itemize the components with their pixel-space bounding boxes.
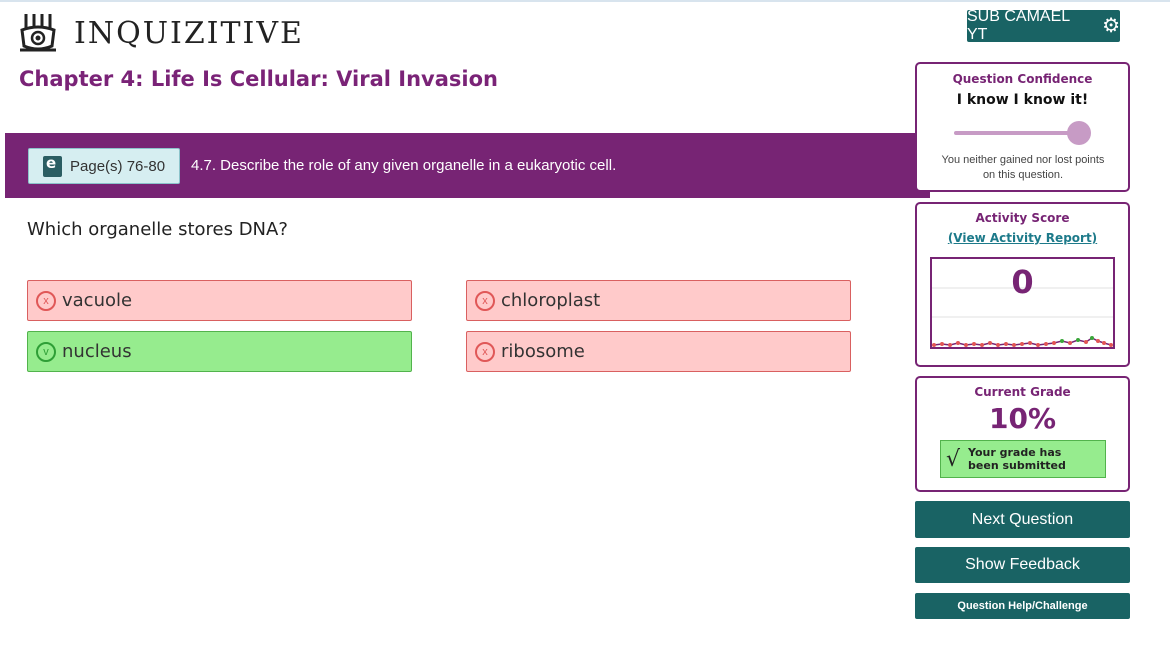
incorrect-icon: x bbox=[475, 341, 495, 362]
inquizitive-mascot-icon bbox=[20, 14, 56, 52]
correct-icon: v bbox=[36, 341, 56, 362]
pages-label: Page(s) 76-80 bbox=[70, 157, 166, 175]
grade-submitted-text: Your grade has been submitted bbox=[968, 446, 1066, 472]
user-menu-button[interactable]: SUB CAMAEL YT ⚙ bbox=[967, 8, 1120, 43]
confidence-level: I know I know it! bbox=[956, 92, 1089, 108]
logo[interactable]: INQUIZITIVE bbox=[16, 12, 304, 54]
confidence-title: Question Confidence bbox=[952, 72, 1093, 86]
incorrect-icon: x bbox=[36, 290, 56, 311]
question-help-button[interactable]: Question Help/Challenge bbox=[915, 593, 1130, 619]
grade-submitted-badge: √ Your grade has been submitted bbox=[940, 440, 1106, 478]
question-text: Which organelle stores DNA? bbox=[27, 219, 288, 240]
answer-label: nucleus bbox=[62, 341, 132, 362]
activity-score: 0 bbox=[1011, 263, 1034, 301]
app-name: INQUIZITIVE bbox=[74, 15, 304, 51]
answer-option-vacuole[interactable]: x vacuole bbox=[27, 280, 412, 321]
learning-objective: 4.7. Describe the role of any given orga… bbox=[191, 157, 617, 174]
activity-title: Activity Score bbox=[975, 211, 1070, 225]
confidence-slider[interactable] bbox=[954, 121, 1092, 145]
objective-banner: Page(s) 76-80 4.7. Describe the role of … bbox=[5, 133, 930, 198]
activity-panel: Activity Score (View Activity Report) 0 bbox=[915, 202, 1130, 367]
confidence-note: You neither gained nor lost points on th… bbox=[941, 154, 1105, 181]
chapter-title: Chapter 4: Life Is Cellular: Viral Invas… bbox=[19, 67, 498, 91]
answer-option-nucleus[interactable]: v nucleus bbox=[27, 331, 412, 372]
grade-value: 10% bbox=[988, 402, 1057, 435]
confidence-panel: Question Confidence I know I know it! Yo… bbox=[915, 62, 1130, 192]
answer-label: vacuole bbox=[62, 290, 133, 311]
show-feedback-button[interactable]: Show Feedback bbox=[915, 547, 1130, 583]
view-activity-report-link[interactable]: (View Activity Report) bbox=[917, 231, 1128, 245]
gear-icon: ⚙ bbox=[1102, 15, 1120, 37]
user-name-label: SUB CAMAEL YT bbox=[967, 8, 1070, 43]
ebook-icon bbox=[43, 154, 62, 177]
slider-thumb[interactable] bbox=[1067, 121, 1091, 145]
pages-button[interactable]: Page(s) 76-80 bbox=[28, 148, 180, 184]
next-question-button[interactable]: Next Question bbox=[915, 501, 1130, 538]
answer-option-chloroplast[interactable]: x chloroplast bbox=[466, 280, 851, 321]
incorrect-icon: x bbox=[475, 290, 495, 311]
activity-graph: 0 bbox=[930, 257, 1115, 349]
answer-option-ribosome[interactable]: x ribosome bbox=[466, 331, 851, 372]
grade-panel: Current Grade 10% √ Your grade has been … bbox=[915, 376, 1130, 492]
slider-track bbox=[954, 131, 1079, 135]
answer-label: ribosome bbox=[501, 341, 585, 362]
answer-label: chloroplast bbox=[501, 290, 601, 311]
top-border bbox=[0, 0, 1170, 2]
grade-title: Current Grade bbox=[974, 385, 1071, 399]
checkmark-icon: √ bbox=[946, 446, 961, 472]
